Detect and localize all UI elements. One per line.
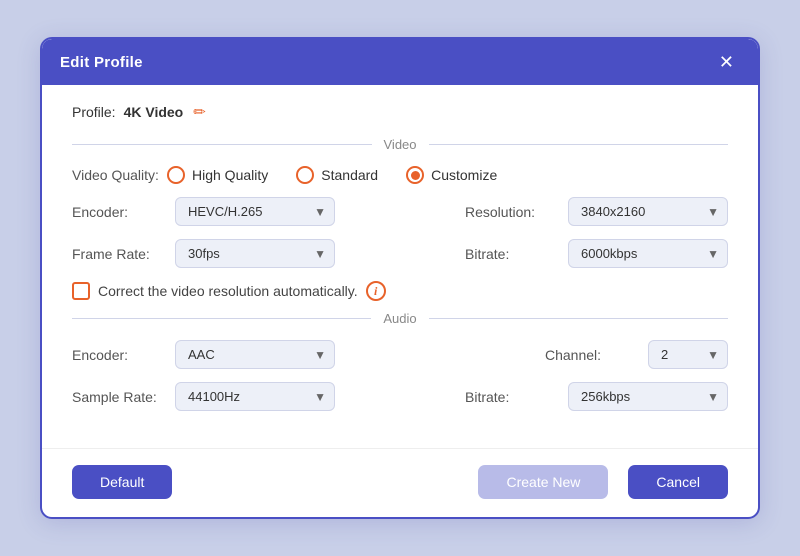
radio-standard[interactable]: Standard — [296, 166, 378, 184]
audio-section-title: Audio — [371, 311, 428, 326]
radio-circle-high-quality — [167, 166, 185, 184]
radio-label-standard: Standard — [321, 167, 378, 183]
resolution-select[interactable]: 3840x2160 1920x1080 1280x720 640x480 — [568, 197, 728, 226]
audio-encoder-channel-row: Encoder: AAC MP3 AC3 ▼ Channel: 2 1 — [72, 340, 728, 369]
encoder-col: Encoder: HEVC/H.265 H.264 VP9 AV1 ▼ — [72, 197, 400, 226]
audio-encoder-label: Encoder: — [72, 347, 167, 363]
dialog-title: Edit Profile — [60, 54, 143, 71]
radio-circle-standard — [296, 166, 314, 184]
video-quality-radio-group: High Quality Standard Customize — [167, 166, 728, 184]
framerate-bitrate-row: Frame Rate: 30fps 60fps 24fps 25fps ▼ Bi… — [72, 239, 728, 268]
video-section-divider: Video — [72, 137, 728, 152]
dialog-body: Profile: 4K Video ✏ Video Video Quality:… — [42, 85, 758, 444]
footer-right-buttons: Create New Cancel — [478, 465, 728, 499]
resolution-select-wrap: 3840x2160 1920x1080 1280x720 640x480 ▼ — [568, 197, 728, 226]
samplerate-audiobitrate-row: Sample Rate: 44100Hz 48000Hz 22050Hz ▼ B… — [72, 382, 728, 411]
edit-profile-dialog: Edit Profile ✕ Profile: 4K Video ✏ Video… — [40, 37, 760, 519]
channel-select[interactable]: 2 1 6 — [648, 340, 728, 369]
divider-line-left — [72, 144, 372, 145]
encoder-select[interactable]: HEVC/H.265 H.264 VP9 AV1 — [175, 197, 335, 226]
create-new-button[interactable]: Create New — [478, 465, 608, 499]
sample-rate-select-wrap: 44100Hz 48000Hz 22050Hz ▼ — [175, 382, 335, 411]
correct-resolution-row: Correct the video resolution automatical… — [72, 281, 728, 301]
video-quality-row: Video Quality: High Quality Standard Cus… — [72, 166, 728, 184]
profile-row: Profile: 4K Video ✏ — [72, 103, 728, 121]
audio-bitrate-label: Bitrate: — [465, 389, 560, 405]
default-button[interactable]: Default — [72, 465, 172, 499]
video-bitrate-select-wrap: 6000kbps 8000kbps 4000kbps 2000kbps ▼ — [568, 239, 728, 268]
encoder-label: Encoder: — [72, 204, 167, 220]
audio-divider-line-right — [429, 318, 728, 319]
radio-high-quality[interactable]: High Quality — [167, 166, 268, 184]
channel-col: Channel: 2 1 6 ▼ — [400, 340, 728, 369]
channel-select-wrap: 2 1 6 ▼ — [648, 340, 728, 369]
edit-profile-icon[interactable]: ✏ — [193, 103, 206, 121]
framerate-label: Frame Rate: — [72, 246, 167, 262]
audio-encoder-col: Encoder: AAC MP3 AC3 ▼ — [72, 340, 400, 369]
framerate-select-wrap: 30fps 60fps 24fps 25fps ▼ — [175, 239, 335, 268]
radio-label-high-quality: High Quality — [192, 167, 268, 183]
divider-line-right — [429, 144, 729, 145]
audio-bitrate-col: Bitrate: 256kbps 128kbps 192kbps 320kbps… — [400, 382, 728, 411]
correct-resolution-checkbox[interactable] — [72, 282, 90, 300]
framerate-select[interactable]: 30fps 60fps 24fps 25fps — [175, 239, 335, 268]
title-bar: Edit Profile ✕ — [42, 39, 758, 85]
framerate-col: Frame Rate: 30fps 60fps 24fps 25fps ▼ — [72, 239, 400, 268]
cancel-button[interactable]: Cancel — [628, 465, 728, 499]
sample-rate-select[interactable]: 44100Hz 48000Hz 22050Hz — [175, 382, 335, 411]
resolution-col: Resolution: 3840x2160 1920x1080 1280x720… — [400, 197, 728, 226]
sample-rate-label: Sample Rate: — [72, 389, 167, 405]
correct-resolution-label: Correct the video resolution automatical… — [98, 283, 358, 299]
resolution-label: Resolution: — [465, 204, 560, 220]
info-icon[interactable]: i — [366, 281, 386, 301]
video-bitrate-label: Bitrate: — [465, 246, 560, 262]
video-bitrate-col: Bitrate: 6000kbps 8000kbps 4000kbps 2000… — [400, 239, 728, 268]
video-section-title: Video — [372, 137, 429, 152]
video-bitrate-select[interactable]: 6000kbps 8000kbps 4000kbps 2000kbps — [568, 239, 728, 268]
audio-section-divider: Audio — [72, 311, 728, 326]
encoder-select-wrap: HEVC/H.265 H.264 VP9 AV1 ▼ — [175, 197, 335, 226]
video-quality-label: Video Quality: — [72, 167, 167, 183]
dialog-footer: Default Create New Cancel — [42, 448, 758, 517]
audio-divider-line-left — [72, 318, 371, 319]
radio-label-customize: Customize — [431, 167, 497, 183]
audio-bitrate-select-wrap: 256kbps 128kbps 192kbps 320kbps ▼ — [568, 382, 728, 411]
radio-circle-customize — [406, 166, 424, 184]
close-button[interactable]: ✕ — [713, 51, 740, 73]
audio-encoder-select[interactable]: AAC MP3 AC3 — [175, 340, 335, 369]
profile-label: Profile: — [72, 104, 116, 120]
encoder-resolution-row: Encoder: HEVC/H.265 H.264 VP9 AV1 ▼ Reso… — [72, 197, 728, 226]
channel-label: Channel: — [545, 347, 640, 363]
audio-encoder-select-wrap: AAC MP3 AC3 ▼ — [175, 340, 335, 369]
profile-value: 4K Video — [124, 104, 184, 120]
radio-customize[interactable]: Customize — [406, 166, 497, 184]
audio-bitrate-select[interactable]: 256kbps 128kbps 192kbps 320kbps — [568, 382, 728, 411]
sample-rate-col: Sample Rate: 44100Hz 48000Hz 22050Hz ▼ — [72, 382, 400, 411]
